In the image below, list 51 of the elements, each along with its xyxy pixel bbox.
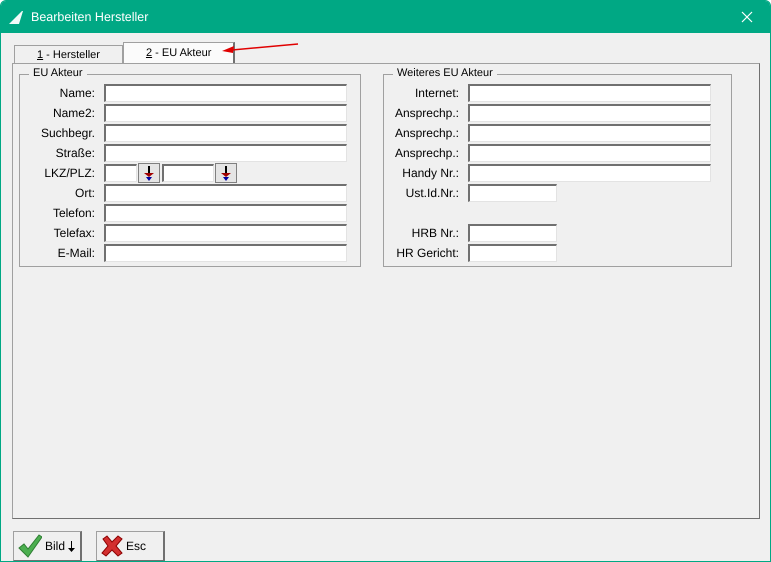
field-label: Name2:	[52, 106, 96, 120]
input-field[interactable]	[104, 124, 347, 142]
field-label: Ansprechp.:	[394, 126, 460, 140]
input-field[interactable]	[468, 184, 557, 202]
field-label: LKZ/PLZ:	[43, 166, 96, 180]
ok-button[interactable]: Bild	[13, 531, 82, 561]
app-logo-icon	[9, 10, 23, 24]
window-title: Bearbeiten Hersteller	[31, 10, 150, 24]
field-label: Telefax:	[52, 226, 96, 240]
input-field[interactable]	[104, 224, 347, 242]
input-field[interactable]	[104, 164, 137, 182]
input-field[interactable]	[104, 184, 347, 202]
down-arrow-icon	[221, 166, 231, 180]
cancel-button[interactable]: Esc	[96, 531, 165, 561]
tab[interactable]: 2 - EU Akteur	[122, 42, 236, 63]
down-arrow-icon	[144, 166, 154, 180]
field-label: Internet:	[414, 86, 460, 100]
field-label: Name:	[58, 86, 96, 100]
input-field[interactable]	[162, 164, 214, 182]
input-field[interactable]	[468, 224, 557, 242]
field-label: Ust.Id.Nr.:	[404, 186, 460, 200]
field-label: Ort:	[74, 186, 96, 200]
input-field[interactable]	[468, 84, 711, 102]
field-label: E-Mail:	[56, 246, 96, 260]
group-title: Weiteres EU Akteur	[393, 67, 497, 79]
input-field[interactable]	[468, 124, 711, 142]
down-arrow-icon	[68, 540, 76, 552]
group-title: EU Akteur	[29, 67, 87, 79]
field-label: Suchbegr.	[40, 126, 96, 140]
input-field[interactable]	[468, 244, 557, 262]
input-field[interactable]	[104, 84, 347, 102]
field-label: Telefon:	[52, 206, 96, 220]
dropdown-button[interactable]	[215, 163, 237, 183]
input-field[interactable]	[468, 104, 711, 122]
dropdown-button[interactable]	[138, 163, 160, 183]
checkmark-icon	[18, 534, 42, 558]
field-label: HRB Nr.:	[410, 226, 460, 240]
field-label: HR Gericht:	[395, 246, 460, 260]
tab[interactable]: 1 - Hersteller	[14, 45, 123, 63]
field-label: Handy Nr.:	[401, 166, 460, 180]
field-label: Straße:	[54, 146, 96, 160]
input-field[interactable]	[468, 164, 711, 182]
field-label: Ansprechp.:	[394, 146, 460, 160]
input-field[interactable]	[468, 144, 711, 162]
field-label: Ansprechp.:	[394, 106, 460, 120]
close-icon	[741, 11, 753, 23]
input-field[interactable]	[104, 204, 347, 222]
input-field[interactable]	[104, 144, 347, 162]
cross-icon	[101, 535, 123, 557]
input-field[interactable]	[104, 104, 347, 122]
input-field[interactable]	[104, 244, 347, 262]
